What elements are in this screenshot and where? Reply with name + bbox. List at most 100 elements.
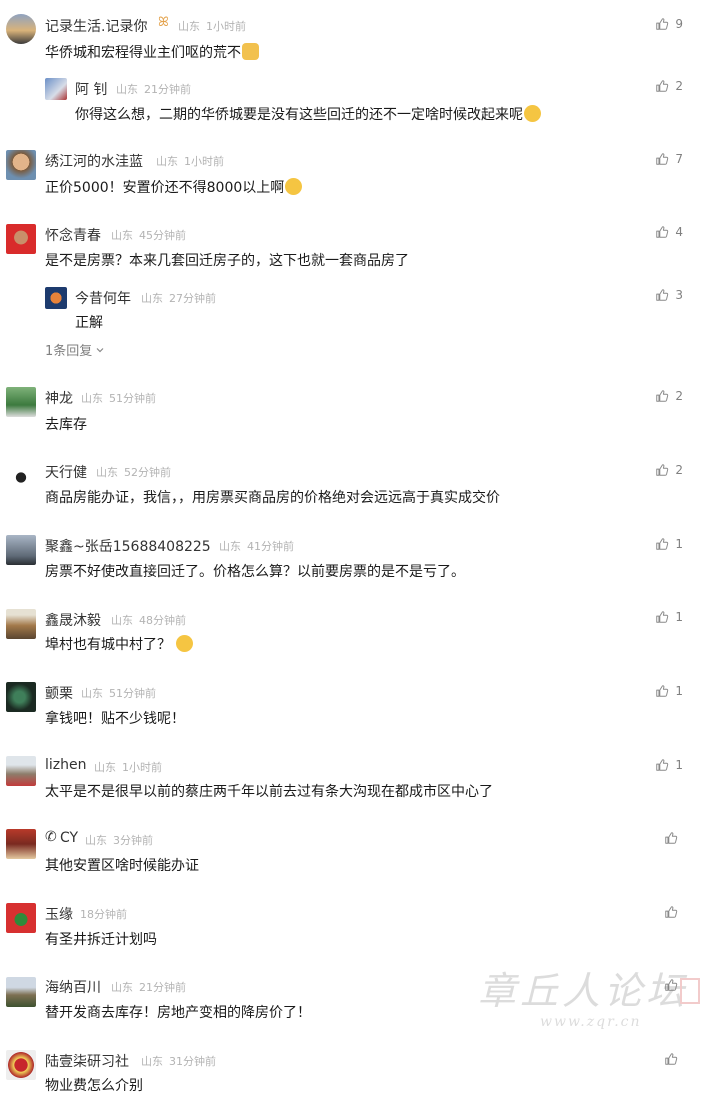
cat-emoji-icon — [242, 43, 259, 60]
username[interactable]: 今昔何年 — [75, 288, 131, 308]
comment-meta: 山东 48分钟前 — [111, 614, 186, 627]
username[interactable]: 怀念青春 — [45, 225, 101, 245]
comment-meta: 山东 31分钟前 — [141, 1055, 216, 1068]
comment-meta: 山东 21分钟前 — [111, 981, 186, 994]
chevron-down-icon — [96, 347, 104, 352]
like-count: 4 — [675, 225, 683, 239]
comment-meta: 18分钟前 — [80, 908, 127, 921]
comment-text: 替开发商去库存！房地产变相的降房价了！ — [45, 1005, 311, 1021]
like-count: 7 — [675, 152, 683, 166]
avatar[interactable] — [6, 461, 36, 491]
like-button[interactable]: 2 — [655, 389, 683, 403]
avatar[interactable] — [45, 287, 67, 309]
like-button[interactable]: 1 — [655, 610, 683, 624]
vip-badge-icon: ꕤ — [158, 15, 169, 30]
avatar[interactable] — [6, 150, 36, 180]
thumbs-up-icon — [655, 288, 669, 302]
username[interactable]: 玉缘 — [45, 904, 73, 924]
comment-meta: 山东 21分钟前 — [116, 83, 191, 96]
username[interactable]: 海纳百川 — [45, 977, 101, 997]
comment-meta: 山东 1小时前 — [178, 20, 246, 33]
username[interactable]: 颤栗 — [45, 683, 73, 703]
avatar[interactable] — [6, 1050, 36, 1080]
comment-meta: 山东 1小时前 — [94, 761, 162, 774]
username[interactable]: 记录生活.记录你 — [45, 16, 147, 36]
watermark-text: 章丘人论坛 — [478, 969, 689, 1013]
comment-meta: 山东 3分钟前 — [85, 834, 153, 847]
like-button[interactable]: 7 — [655, 152, 683, 166]
comment-meta: 山东 52分钟前 — [96, 466, 171, 479]
like-count: 2 — [675, 389, 683, 403]
thumbs-up-icon — [655, 389, 669, 403]
avatar[interactable] — [6, 535, 36, 565]
comment-meta: 山东 41分钟前 — [219, 540, 294, 553]
thumbs-up-icon — [664, 905, 678, 919]
laughing-emoji-icon — [285, 178, 303, 195]
like-button[interactable]: 1 — [655, 537, 683, 551]
thumbs-up-icon — [655, 79, 669, 93]
like-button[interactable]: 2 — [655, 463, 683, 477]
comment-meta: 山东 51分钟前 — [81, 687, 156, 700]
comment-text: 太平是不是很早以前的蔡庄两千年以前去过有条大沟现在都成市区中心了 — [45, 784, 493, 800]
username[interactable]: 陆壹柒研习社 — [45, 1051, 129, 1071]
like-button[interactable] — [664, 1052, 678, 1066]
like-button[interactable]: 1 — [655, 758, 683, 772]
username[interactable]: 神龙 — [45, 388, 73, 408]
watermark: 章丘人论坛 www.zqr.cn — [478, 960, 708, 1040]
comment-text: 华侨城和宏程得业主们呕的荒不 — [45, 42, 259, 62]
username[interactable]: lizhen — [45, 757, 87, 773]
seal-stamp-icon — [680, 978, 700, 1004]
like-button[interactable]: 3 — [655, 288, 683, 302]
watermark-url: www.zqr.cn — [540, 1014, 642, 1030]
comment-text: 正价5000！安置价还不得8000以上啊 — [45, 177, 303, 197]
avatar[interactable] — [45, 78, 67, 100]
like-button[interactable] — [664, 905, 678, 919]
thumbs-up-icon — [655, 684, 669, 698]
comment-text: 是不是房票？本来几套回迁房子的，这下也就一套商品房了 — [45, 253, 409, 269]
username[interactable]: 天行健 — [45, 462, 87, 482]
like-count: 1 — [675, 537, 683, 551]
more-replies-label: 1条回复 — [45, 344, 93, 359]
like-count: 2 — [675, 463, 683, 477]
thumbs-up-icon — [655, 17, 669, 31]
thumbs-up-icon — [655, 152, 669, 166]
like-button[interactable]: 2 — [655, 79, 683, 93]
avatar[interactable] — [6, 903, 36, 933]
comment-text: 有圣井拆迁计划吗 — [45, 932, 157, 948]
more-replies-link[interactable]: 1条回复 — [45, 340, 105, 359]
like-count: 2 — [675, 79, 683, 93]
thumbs-up-icon — [664, 831, 678, 845]
like-button[interactable]: 4 — [655, 225, 683, 239]
thumbs-up-icon — [655, 537, 669, 551]
avatar[interactable] — [6, 387, 36, 417]
avatar[interactable] — [6, 224, 36, 254]
comment-text: 去库存 — [45, 417, 87, 433]
thumbs-up-icon — [655, 463, 669, 477]
like-button[interactable] — [664, 831, 678, 845]
avatar[interactable] — [6, 14, 36, 44]
grinning-emoji-icon — [176, 635, 193, 652]
comment-text: 物业费怎么介别 — [45, 1078, 143, 1094]
username[interactable]: 鑫晟沐毅 — [45, 610, 101, 630]
comment-text: 埠村也有城中村了？ — [45, 634, 193, 654]
avatar[interactable] — [6, 609, 36, 639]
username[interactable]: 绣江河的水洼蓝 — [45, 151, 143, 171]
thumbs-up-icon — [664, 1052, 678, 1066]
avatar[interactable] — [6, 756, 36, 786]
username[interactable]: CY — [60, 830, 78, 846]
comment-meta: 山东 51分钟前 — [81, 392, 156, 405]
comment-meta: 山东 27分钟前 — [141, 292, 216, 305]
avatar[interactable] — [6, 682, 36, 712]
username[interactable]: 阿 钊 — [75, 79, 107, 99]
username[interactable]: 聚鑫~张岳15688408225 — [45, 536, 211, 556]
comment-text: 其他安置区啥时候能办证 — [45, 858, 199, 874]
like-count: 1 — [675, 684, 683, 698]
comment-meta: 山东 1小时前 — [156, 155, 224, 168]
like-count: 9 — [675, 17, 683, 31]
like-button[interactable]: 9 — [655, 17, 683, 31]
like-button[interactable]: 1 — [655, 684, 683, 698]
avatar[interactable] — [6, 829, 36, 859]
avatar[interactable] — [6, 977, 36, 1007]
like-count: 3 — [675, 288, 683, 302]
like-count: 1 — [675, 610, 683, 624]
